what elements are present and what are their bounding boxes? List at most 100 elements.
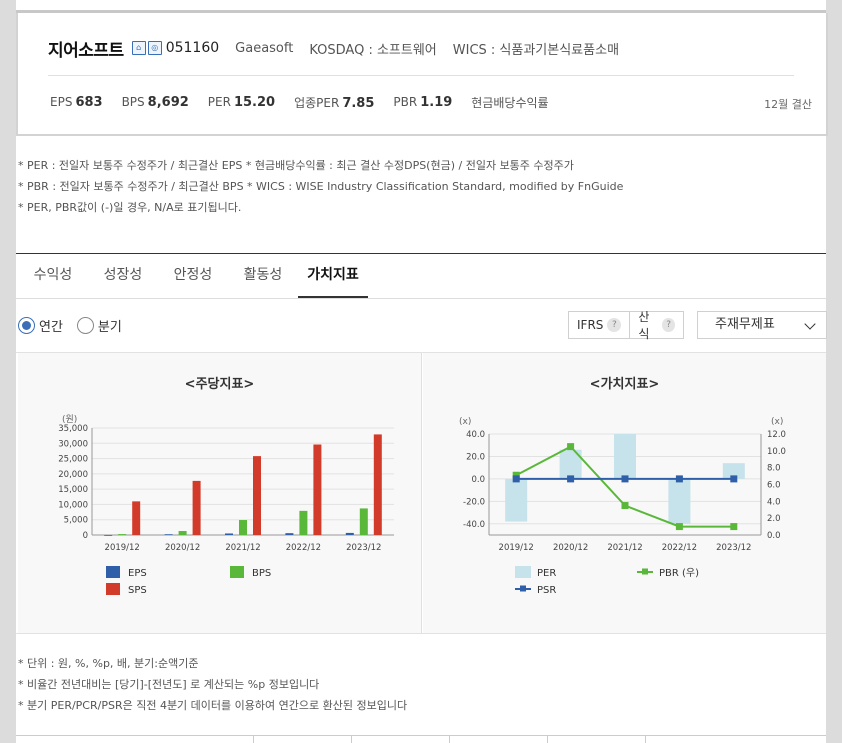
footer-tick: [645, 735, 646, 743]
metrics-row: EPS 683 BPS 8,692 PER 15.20 업종PER 7.85 PBR 1.…: [50, 94, 571, 111]
x-tick-label: 2019/12: [499, 543, 534, 553]
bar-sps: [313, 444, 322, 535]
bar-sps: [132, 501, 141, 535]
company-title-row: 지어소프트 ⌂ ◎ 051160 Gaeasoft KOSDAQ : 소프트웨어…: [48, 36, 619, 61]
y-tick-label: 30,000: [58, 439, 88, 449]
y-tick-label: 35,000: [58, 424, 88, 434]
home-icon[interactable]: ⌂: [131, 41, 146, 55]
x-tick-label: 2023/12: [346, 543, 381, 553]
tab-growth[interactable]: 성장성: [94, 254, 152, 298]
legend-label: PER: [537, 568, 556, 579]
radio-annual-label[interactable]: 연간: [39, 316, 63, 335]
y-tick-label: 20.0: [466, 452, 485, 462]
x-tick-label: 2023/12: [716, 543, 751, 553]
period-toggle: 연간 분기: [18, 316, 136, 335]
legend-swatch: [230, 566, 244, 578]
metric-industry-per: 업종PER 7.85: [294, 96, 375, 111]
y-axis-label: (x): [459, 417, 471, 427]
market-info: KOSDAQ : 소프트웨어: [309, 42, 437, 58]
y-tick-label: 10,000: [58, 500, 88, 510]
point-psr: [621, 475, 629, 483]
bar-eps: [104, 535, 113, 536]
x-tick-label: 2022/12: [662, 543, 697, 553]
x-tick-label: 2020/12: [553, 543, 588, 553]
ir-icon[interactable]: ◎: [147, 41, 162, 55]
bar-sps: [192, 480, 201, 535]
legend-marker: [520, 585, 526, 592]
legend-label: PSR: [537, 585, 556, 596]
x-tick-label: 2020/12: [165, 543, 200, 553]
note-line: * 분기 PER/PCR/PSR은 직전 4분기 데이터를 이용하여 연간으로 …: [18, 699, 408, 712]
y2-tick-label: 12.0: [767, 430, 786, 440]
help-icon[interactable]: ?: [662, 318, 675, 332]
tab-profitability[interactable]: 수익성: [24, 254, 82, 298]
statement-select[interactable]: 주재무제표: [697, 311, 827, 339]
point-pbr: [730, 523, 738, 531]
tab-valuation[interactable]: 가치지표: [298, 254, 368, 298]
tab-stability[interactable]: 안정성: [164, 254, 222, 298]
point-psr: [567, 475, 575, 483]
bar-per: [614, 434, 636, 479]
y2-tick-label: 2.0: [767, 514, 781, 524]
legend-marker: [642, 568, 648, 575]
chevron-down-icon: [804, 318, 816, 330]
note-line: * PER : 전일자 보통주 수정주가 / 최근결산 EPS * 현금배당수익…: [18, 159, 574, 172]
metric-bps: BPS 8,692: [121, 95, 189, 110]
english-name: Gaeasoft: [235, 40, 294, 56]
y2-tick-label: 10.0: [767, 447, 786, 457]
legend-label: BPS: [252, 568, 271, 579]
point-pbr: [621, 502, 629, 510]
y-tick-label: -20.0: [463, 497, 485, 507]
help-icon[interactable]: ?: [607, 318, 622, 332]
bar-bps: [118, 534, 127, 535]
panel-divider: [421, 353, 422, 633]
x-tick-label: 2021/12: [607, 543, 642, 553]
footer-tick: [351, 735, 352, 743]
y2-tick-label: 4.0: [767, 497, 781, 507]
bar-bps: [178, 531, 187, 535]
y-tick-label: 5,000: [64, 516, 88, 526]
bar-bps: [239, 520, 247, 535]
metric-per: PER 15.20: [207, 95, 276, 110]
y2-tick-label: 0.0: [767, 531, 781, 541]
point-psr: [512, 475, 520, 483]
bar-eps: [285, 533, 294, 535]
footer-tick: [253, 735, 254, 743]
y2-tick-label: 6.0: [767, 481, 781, 491]
bar-eps: [345, 532, 354, 535]
radio-annual[interactable]: [18, 317, 35, 334]
option-buttons: IFRS? 산식?: [568, 310, 684, 341]
x-tick-label: 2022/12: [286, 543, 321, 553]
header-notes: * PER : 전일자 보통주 수정주가 / 최근결산 EPS * 현금배당수익…: [18, 155, 623, 218]
bar-eps: [164, 534, 173, 536]
bar-per: [668, 478, 691, 524]
bar-bps: [359, 508, 368, 535]
y2-axis-label: (x): [771, 417, 783, 427]
y-tick-label: 0: [83, 531, 88, 541]
note-line: * 비율간 전년대비는 [당기]-[전년도] 로 계산되는 %p 정보입니다: [18, 678, 320, 691]
header-divider: [48, 75, 794, 76]
metric-dividend-yield: 현금배당수익률: [471, 96, 549, 110]
ifrs-button[interactable]: IFRS?: [569, 312, 629, 338]
fiscal-year-label: 12월 결산: [764, 98, 812, 111]
point-psr: [730, 475, 738, 483]
bar-per: [505, 478, 528, 522]
y-tick-label: 25,000: [58, 455, 88, 465]
bar-sps: [253, 456, 261, 535]
metric-eps: EPS 683: [50, 95, 103, 110]
legend-swatch: [106, 583, 120, 595]
metric-pbr: PBR 1.19: [393, 95, 453, 110]
radio-quarter[interactable]: [76, 317, 94, 334]
footer-border: [16, 735, 826, 736]
point-pbr: [567, 443, 575, 451]
formula-button[interactable]: 산식?: [629, 310, 683, 341]
radio-quarter-label[interactable]: 분기: [98, 316, 122, 335]
tab-bar: 수익성 성장성 안정성 활동성 가치지표: [16, 253, 826, 299]
note-line: * PBR : 전일자 보통주 수정주가 / 최근결산 BPS * WICS :…: [18, 180, 624, 193]
point-psr: [675, 475, 683, 483]
per-share-panel: <주당지표> (원) 0 5,000 10,000 15,000 20,000 25,000…: [18, 353, 421, 633]
valuation-chart: (x) (x) -40.0 -20.0 0.0 20.0 40.0 0.0 2.0 4.0 6.0 8…: [459, 417, 786, 596]
tab-activity[interactable]: 활동성: [234, 254, 292, 298]
bar-sps: [373, 434, 382, 535]
legend-swatch: [515, 566, 531, 578]
